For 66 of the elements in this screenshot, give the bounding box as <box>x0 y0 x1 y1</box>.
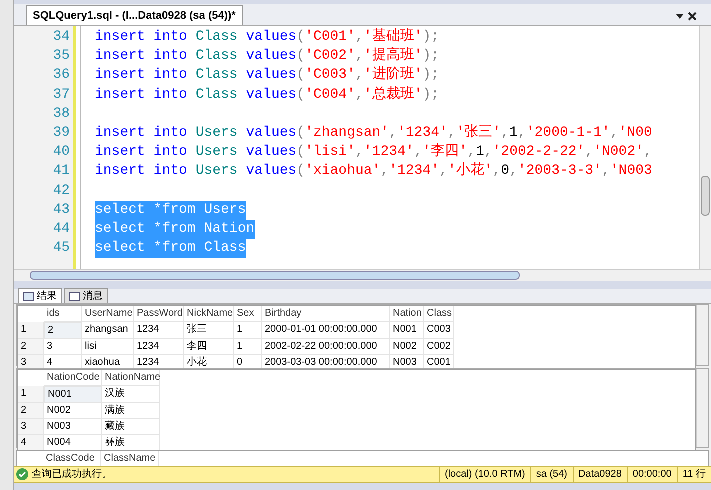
document-tab[interactable]: SQLQuery1.sql - (l...Data0928 (sa (54))* <box>26 5 243 25</box>
success-icon <box>16 468 29 481</box>
result-tab[interactable]: 消息 <box>64 288 108 303</box>
status-item: (local) (10.0 RTM) <box>439 467 530 482</box>
table-cell: N001 <box>390 322 424 339</box>
table-cell: 满族 <box>102 403 160 419</box>
table-cell: N002 <box>390 339 424 355</box>
line-number: 45 <box>52 239 71 258</box>
row-number: 2 <box>18 403 44 419</box>
table-cell: 1234 <box>134 339 184 355</box>
dropdown-icon[interactable] <box>676 14 684 19</box>
table-cell: 1234 <box>134 322 184 339</box>
vertical-scrollbar[interactable] <box>699 26 711 269</box>
line-number: 39 <box>52 124 71 144</box>
vertical-scrollbar[interactable] <box>696 305 708 365</box>
table-cell: 藏族 <box>102 419 160 435</box>
column-header[interactable]: Nation <box>390 306 424 322</box>
column-header[interactable]: UserName <box>82 306 134 322</box>
status-item: sa (54) <box>530 467 573 482</box>
line-number: 34 <box>52 28 71 47</box>
table-cell: zhangsan <box>82 322 134 339</box>
line-number: 36 <box>52 66 71 86</box>
table-cell: C003 <box>424 322 454 339</box>
table-cell: 1 <box>234 339 262 355</box>
column-header[interactable]: NationName <box>102 370 160 386</box>
table-cell: 汉族 <box>102 386 160 403</box>
line-number: 43 <box>52 200 71 220</box>
line-number: 44 <box>52 220 71 240</box>
column-header[interactable]: PassWord <box>134 306 184 322</box>
line-number: 41 <box>52 162 71 182</box>
status-message: 查询已成功执行。 <box>32 468 113 482</box>
document-icon <box>69 292 80 300</box>
result-tab[interactable]: 结果 <box>18 288 62 303</box>
column-header[interactable]: Sex <box>234 306 262 322</box>
column-header[interactable]: NickName <box>184 306 234 322</box>
status-item: 11 行 <box>676 467 711 482</box>
row-number: 3 <box>18 419 44 435</box>
table-cell: N002 <box>44 403 102 419</box>
line-number: 35 <box>52 47 71 66</box>
table-cell: 2002-02-22 00:00:00.000 <box>262 339 390 355</box>
table-cell: N001 <box>44 386 102 403</box>
vertical-scrollbar[interactable] <box>696 369 708 447</box>
line-number: 42 <box>52 182 71 201</box>
horizontal-scrollbar[interactable] <box>14 269 711 281</box>
table-cell: lisi <box>82 339 134 355</box>
column-header[interactable]: Birthday <box>262 306 390 322</box>
row-number: 2 <box>18 339 44 355</box>
row-number: 1 <box>18 386 44 403</box>
status-item: 00:00:00 <box>626 467 677 482</box>
line-number: 37 <box>52 86 71 105</box>
table-cell: N003 <box>44 419 102 435</box>
table-cell: 3 <box>44 339 82 355</box>
table-cell: 张三 <box>184 322 234 339</box>
line-number: 40 <box>52 143 71 162</box>
row-number: 4 <box>18 435 44 451</box>
grid-icon <box>23 292 34 300</box>
line-number: 38 <box>52 104 71 124</box>
row-number: 1 <box>18 322 44 339</box>
table-cell: C002 <box>424 339 454 355</box>
table-cell: 1 <box>234 322 262 339</box>
table-cell: 2000-01-01 00:00:00.000 <box>262 322 390 339</box>
close-icon[interactable] <box>688 12 697 21</box>
column-header[interactable]: Class <box>424 306 454 322</box>
status-item: Data0928 <box>572 467 627 482</box>
table-cell: 李四 <box>184 339 234 355</box>
table-cell: 2 <box>44 322 82 339</box>
